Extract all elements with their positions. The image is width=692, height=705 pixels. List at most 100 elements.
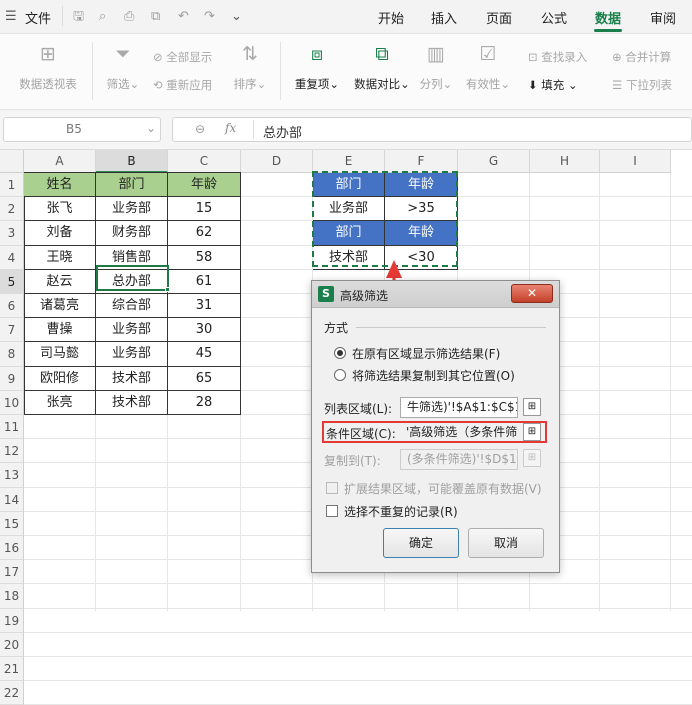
row-header-10[interactable]: 10 xyxy=(0,390,24,415)
table-cell[interactable]: 28 xyxy=(168,390,241,415)
criteria-cell[interactable]: 年龄 xyxy=(385,221,458,246)
filter-button[interactable]: ⏷ 筛选⌄ xyxy=(97,42,149,92)
reapply-button[interactable]: ⟲ 重新应用 xyxy=(153,77,212,93)
range-select-icon[interactable]: ⊞ xyxy=(523,423,541,441)
column-header-g[interactable]: G xyxy=(458,150,530,173)
table-cell[interactable]: 62 xyxy=(168,221,241,246)
column-header-d[interactable]: D xyxy=(241,150,313,173)
row-header-22[interactable]: 22 xyxy=(0,681,24,705)
duplicates-button[interactable]: ⧈ 重复项⌄ xyxy=(287,42,347,92)
row-header-9[interactable]: 9 xyxy=(0,366,24,391)
close-icon[interactable]: ✕ xyxy=(511,284,553,303)
formula-input[interactable]: ⊖ fx 总办部 xyxy=(172,117,692,142)
column-header-b[interactable]: B xyxy=(96,150,168,173)
criteria-cell[interactable]: >35 xyxy=(385,197,458,222)
table-cell[interactable]: 张飞 xyxy=(24,197,96,222)
table-header-cell[interactable]: 部门 xyxy=(96,173,168,198)
radio-copy[interactable] xyxy=(334,369,346,381)
show-all-button[interactable]: ⊘ 全部显示 xyxy=(153,49,212,65)
save-icon[interactable]: 🖫 xyxy=(73,9,84,25)
undo-icon[interactable]: ↶ xyxy=(178,9,189,25)
row-header-8[interactable]: 8 xyxy=(0,342,24,367)
table-cell[interactable]: 司马懿 xyxy=(24,342,96,367)
row-header-3[interactable]: 3 xyxy=(0,221,24,246)
table-cell[interactable]: 65 xyxy=(168,366,241,391)
table-cell[interactable]: 刘备 xyxy=(24,221,96,246)
criteria-cell[interactable]: 技术部 xyxy=(313,245,385,270)
row-header-1[interactable]: 1 xyxy=(0,173,24,198)
compare-button[interactable]: ⧉ 数据对比⌄ xyxy=(350,42,414,92)
sort-button[interactable]: ⇅ 排序⌄ xyxy=(226,42,274,92)
tab-formula[interactable]: 公式 xyxy=(541,8,567,27)
table-header-cell[interactable]: 年龄 xyxy=(168,173,241,198)
row-header-20[interactable]: 20 xyxy=(0,632,24,657)
column-header-a[interactable]: A xyxy=(24,150,96,173)
select-all-corner[interactable] xyxy=(0,150,24,173)
ok-button[interactable]: 确定 xyxy=(383,528,459,558)
column-header-h[interactable]: H xyxy=(530,150,600,173)
fill-handle[interactable] xyxy=(165,287,170,292)
chevron-down-icon[interactable]: ⌄ xyxy=(146,121,156,135)
radio-in-place[interactable] xyxy=(334,347,346,359)
table-cell[interactable]: 45 xyxy=(168,342,241,367)
row-header-4[interactable]: 4 xyxy=(0,245,24,270)
redo-icon[interactable]: ↷ xyxy=(204,9,215,25)
tab-insert[interactable]: 插入 xyxy=(431,8,457,27)
table-cell[interactable]: 欧阳修 xyxy=(24,366,96,391)
row-header-15[interactable]: 15 xyxy=(0,511,24,536)
fill-button[interactable]: ⬇ 填充 ⌄ xyxy=(528,77,578,93)
list-range-input[interactable]: 牛筛选)'!$A$1:$C$10 xyxy=(400,397,518,418)
file-menu[interactable]: 文件 xyxy=(25,8,51,27)
consolidate-button[interactable]: ⊕ 合并计算 xyxy=(612,49,671,65)
table-cell[interactable]: 赵云 xyxy=(24,269,96,294)
row-header-11[interactable]: 11 xyxy=(0,415,24,440)
chevron-down-icon[interactable]: ⌄ xyxy=(231,9,242,25)
table-cell[interactable]: 31 xyxy=(168,294,241,319)
table-cell[interactable]: 61 xyxy=(168,269,241,294)
table-cell[interactable]: 15 xyxy=(168,197,241,222)
validity-button[interactable]: ☑ 有效性⌄ xyxy=(462,42,514,92)
unique-checkbox[interactable] xyxy=(326,505,338,517)
criteria-cell[interactable]: 年龄 xyxy=(385,173,458,198)
tab-page[interactable]: 页面 xyxy=(486,8,512,27)
table-cell[interactable]: 财务部 xyxy=(96,221,168,246)
cancel-button[interactable]: 取消 xyxy=(468,528,544,558)
tab-home[interactable]: 开始 xyxy=(378,8,404,27)
table-cell[interactable]: 业务部 xyxy=(96,342,168,367)
criteria-cell[interactable]: 部门 xyxy=(313,173,385,198)
column-header-c[interactable]: C xyxy=(168,150,241,173)
table-cell[interactable]: 总办部 xyxy=(96,269,168,294)
table-cell[interactable]: 30 xyxy=(168,318,241,343)
table-cell[interactable]: 诸葛亮 xyxy=(24,294,96,319)
column-header-e[interactable]: E xyxy=(313,150,385,173)
criteria-cell[interactable]: 部门 xyxy=(313,221,385,246)
table-cell[interactable]: 技术部 xyxy=(96,390,168,415)
criteria-range-input[interactable]: '高级筛选（多条件筛 xyxy=(400,423,518,444)
column-header-f[interactable]: F xyxy=(385,150,458,173)
table-cell[interactable]: 曹操 xyxy=(24,318,96,343)
fx-icon[interactable]: fx xyxy=(225,121,236,135)
name-box[interactable]: B5 ⌄ xyxy=(3,117,161,142)
row-header-14[interactable]: 14 xyxy=(0,487,24,512)
table-cell[interactable]: 王晓 xyxy=(24,245,96,270)
column-header-i[interactable]: I xyxy=(600,150,671,173)
row-header-7[interactable]: 7 xyxy=(0,318,24,343)
tab-data[interactable]: 数据 xyxy=(595,8,621,27)
row-header-18[interactable]: 18 xyxy=(0,584,24,609)
zoom-icon[interactable]: ⊖ xyxy=(195,122,205,136)
row-header-19[interactable]: 19 xyxy=(0,608,24,633)
hamburger-icon[interactable]: ☰ xyxy=(5,9,17,25)
table-cell[interactable]: 业务部 xyxy=(96,318,168,343)
print-icon[interactable]: ⎙ xyxy=(124,9,134,25)
table-cell[interactable]: 销售部 xyxy=(96,245,168,270)
table-cell[interactable]: 张亮 xyxy=(24,390,96,415)
criteria-cell[interactable]: 业务部 xyxy=(313,197,385,222)
dropdown-list-button[interactable]: ☰ 下拉列表 xyxy=(612,77,672,93)
table-cell[interactable]: 业务部 xyxy=(96,197,168,222)
row-header-21[interactable]: 21 xyxy=(0,657,24,682)
tab-review[interactable]: 审阅 xyxy=(650,8,676,27)
row-header-12[interactable]: 12 xyxy=(0,439,24,464)
table-cell[interactable]: 58 xyxy=(168,245,241,270)
find-entry-button[interactable]: ⊡ 查找录入 xyxy=(528,49,587,65)
table-header-cell[interactable]: 姓名 xyxy=(24,173,96,198)
